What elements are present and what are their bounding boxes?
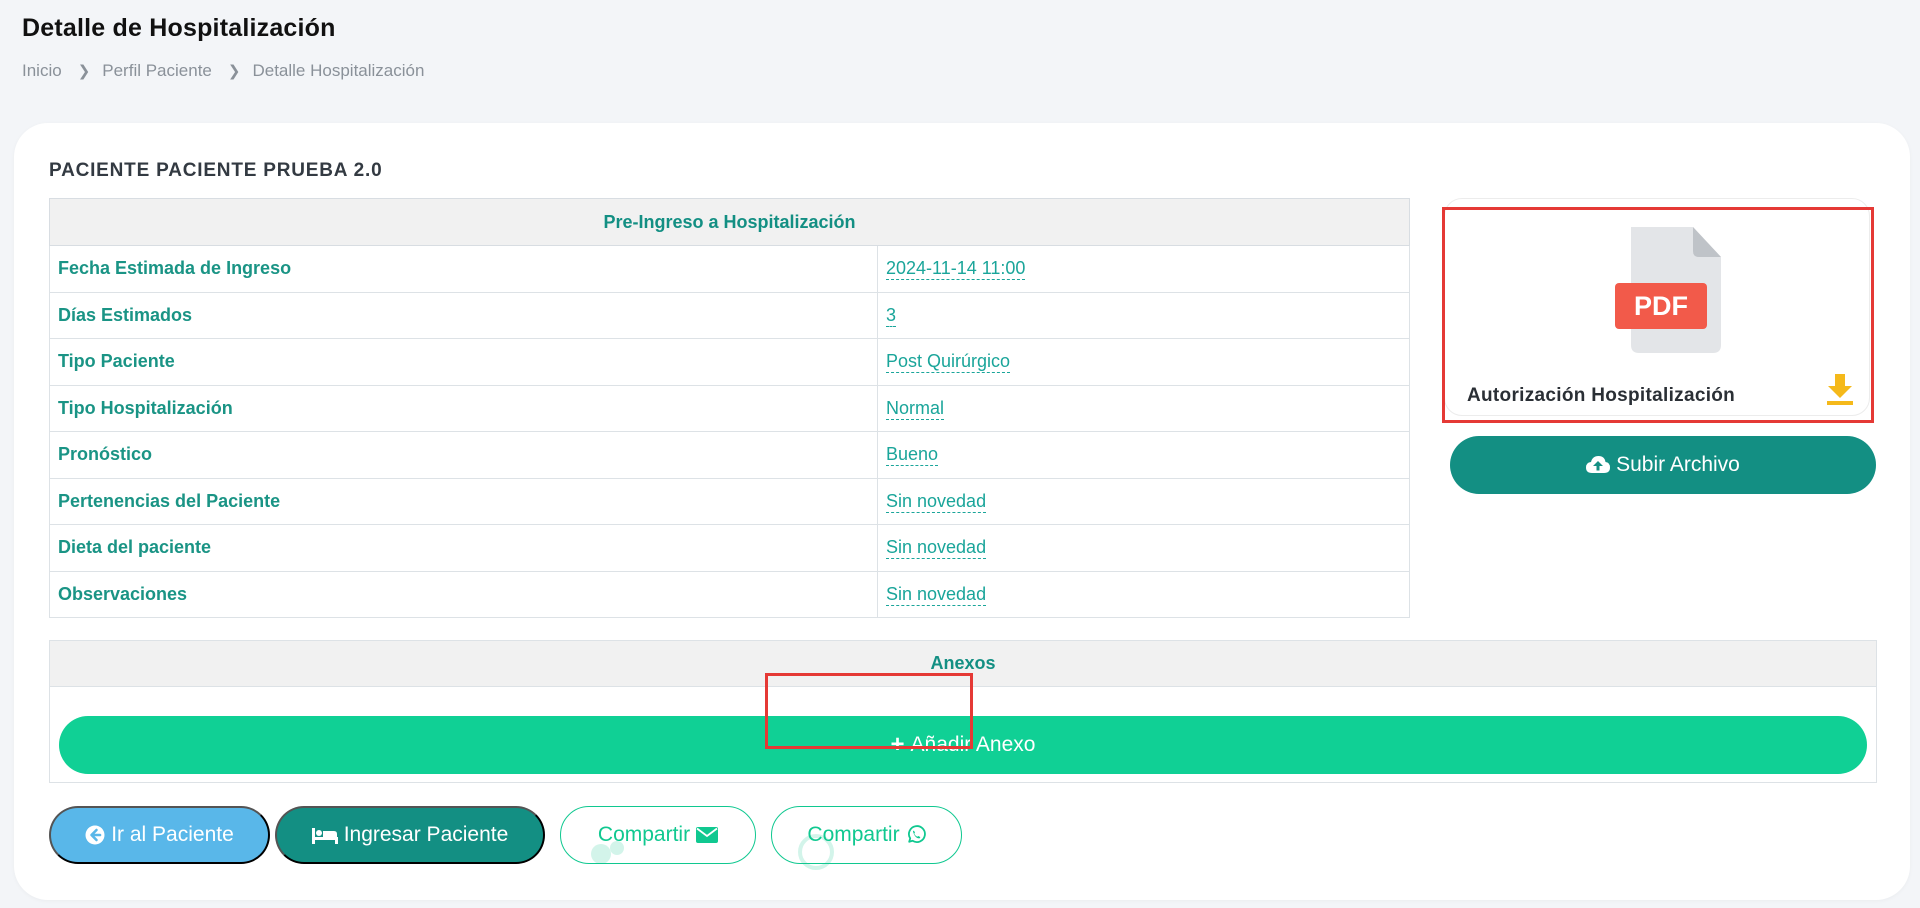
row-label: Fecha Estimada de Ingreso	[49, 245, 878, 293]
go-to-patient-button[interactable]: Ir al Paciente	[49, 806, 270, 864]
prognosis-value[interactable]: Bueno	[886, 444, 939, 467]
table-row: Tipo Paciente Post Quirúrgico	[49, 338, 1410, 386]
breadcrumb: Inicio ❯ Perfil Paciente ❯ Detalle Hospi…	[22, 61, 424, 81]
estimated-days-value[interactable]: 3	[886, 304, 897, 327]
file-highlight-box	[1442, 207, 1874, 423]
pre-admission-header: Pre-Ingreso a Hospitalización	[49, 198, 1410, 246]
pre-admission-table: Pre-Ingreso a Hospitalización Fecha Esti…	[49, 198, 1410, 618]
hospitalization-card: PACIENTE PACIENTE PRUEBA 2.0 Pre-Ingreso…	[14, 123, 1910, 900]
breadcrumb-home[interactable]: Inicio	[22, 61, 62, 81]
whatsapp-icon	[907, 825, 926, 843]
table-row: Pronóstico Bueno	[49, 431, 1410, 479]
cloud-upload-icon	[1586, 456, 1611, 473]
hospitalization-type-value[interactable]: Normal	[886, 397, 945, 420]
table-row: Dieta del paciente Sin novedad	[49, 524, 1410, 572]
breadcrumb-patient-profile[interactable]: Perfil Paciente	[102, 61, 212, 81]
estimated-admission-date-value[interactable]: 2024-11-14 11:00	[886, 258, 1026, 281]
row-label: Dieta del paciente	[49, 524, 878, 572]
page-title: Detalle de Hospitalización	[22, 14, 336, 42]
table-row: Observaciones Sin novedad	[49, 570, 1410, 618]
table-row: Tipo Hospitalización Normal	[49, 384, 1410, 432]
table-row: Días Estimados 3	[49, 291, 1410, 339]
chevron-right-icon: ❯	[77, 63, 91, 80]
whatsapp-highlight-box	[765, 673, 973, 749]
chevron-right-icon: ❯	[227, 63, 241, 80]
row-label: Pertenencias del Paciente	[49, 477, 878, 525]
row-label: Tipo Paciente	[49, 338, 878, 386]
upload-file-label: Subir Archivo	[1616, 453, 1740, 476]
diet-value[interactable]: Sin novedad	[886, 537, 987, 560]
go-to-patient-label: Ir al Paciente	[111, 823, 234, 846]
breadcrumb-current: Detalle Hospitalización	[252, 61, 425, 80]
watermark-whatsapp-icon	[798, 834, 834, 870]
row-label: Tipo Hospitalización	[49, 384, 878, 432]
patient-name: PACIENTE PACIENTE PRUEBA 2.0	[49, 160, 383, 181]
belongings-value[interactable]: Sin novedad	[886, 490, 987, 513]
upload-file-button[interactable]: Subir Archivo	[1450, 436, 1876, 494]
table-row: Fecha Estimada de Ingreso 2024-11-14 11:…	[49, 245, 1410, 293]
envelope-icon	[696, 827, 719, 843]
bed-icon	[311, 828, 338, 844]
page-header: Detalle de Hospitalización Inicio ❯ Perf…	[22, 14, 424, 81]
watermark-icon	[591, 841, 624, 864]
row-label: Observaciones	[49, 570, 878, 618]
arrow-circle-left-icon	[85, 825, 105, 845]
observations-value[interactable]: Sin novedad	[886, 583, 987, 606]
row-label: Días Estimados	[49, 291, 878, 339]
table-row: Pertenencias del Paciente Sin novedad	[49, 477, 1410, 525]
row-label: Pronóstico	[49, 431, 878, 479]
admit-patient-button[interactable]: Ingresar Paciente	[275, 806, 545, 864]
admit-patient-label: Ingresar Paciente	[343, 823, 509, 846]
patient-type-value[interactable]: Post Quirúrgico	[886, 351, 1011, 374]
